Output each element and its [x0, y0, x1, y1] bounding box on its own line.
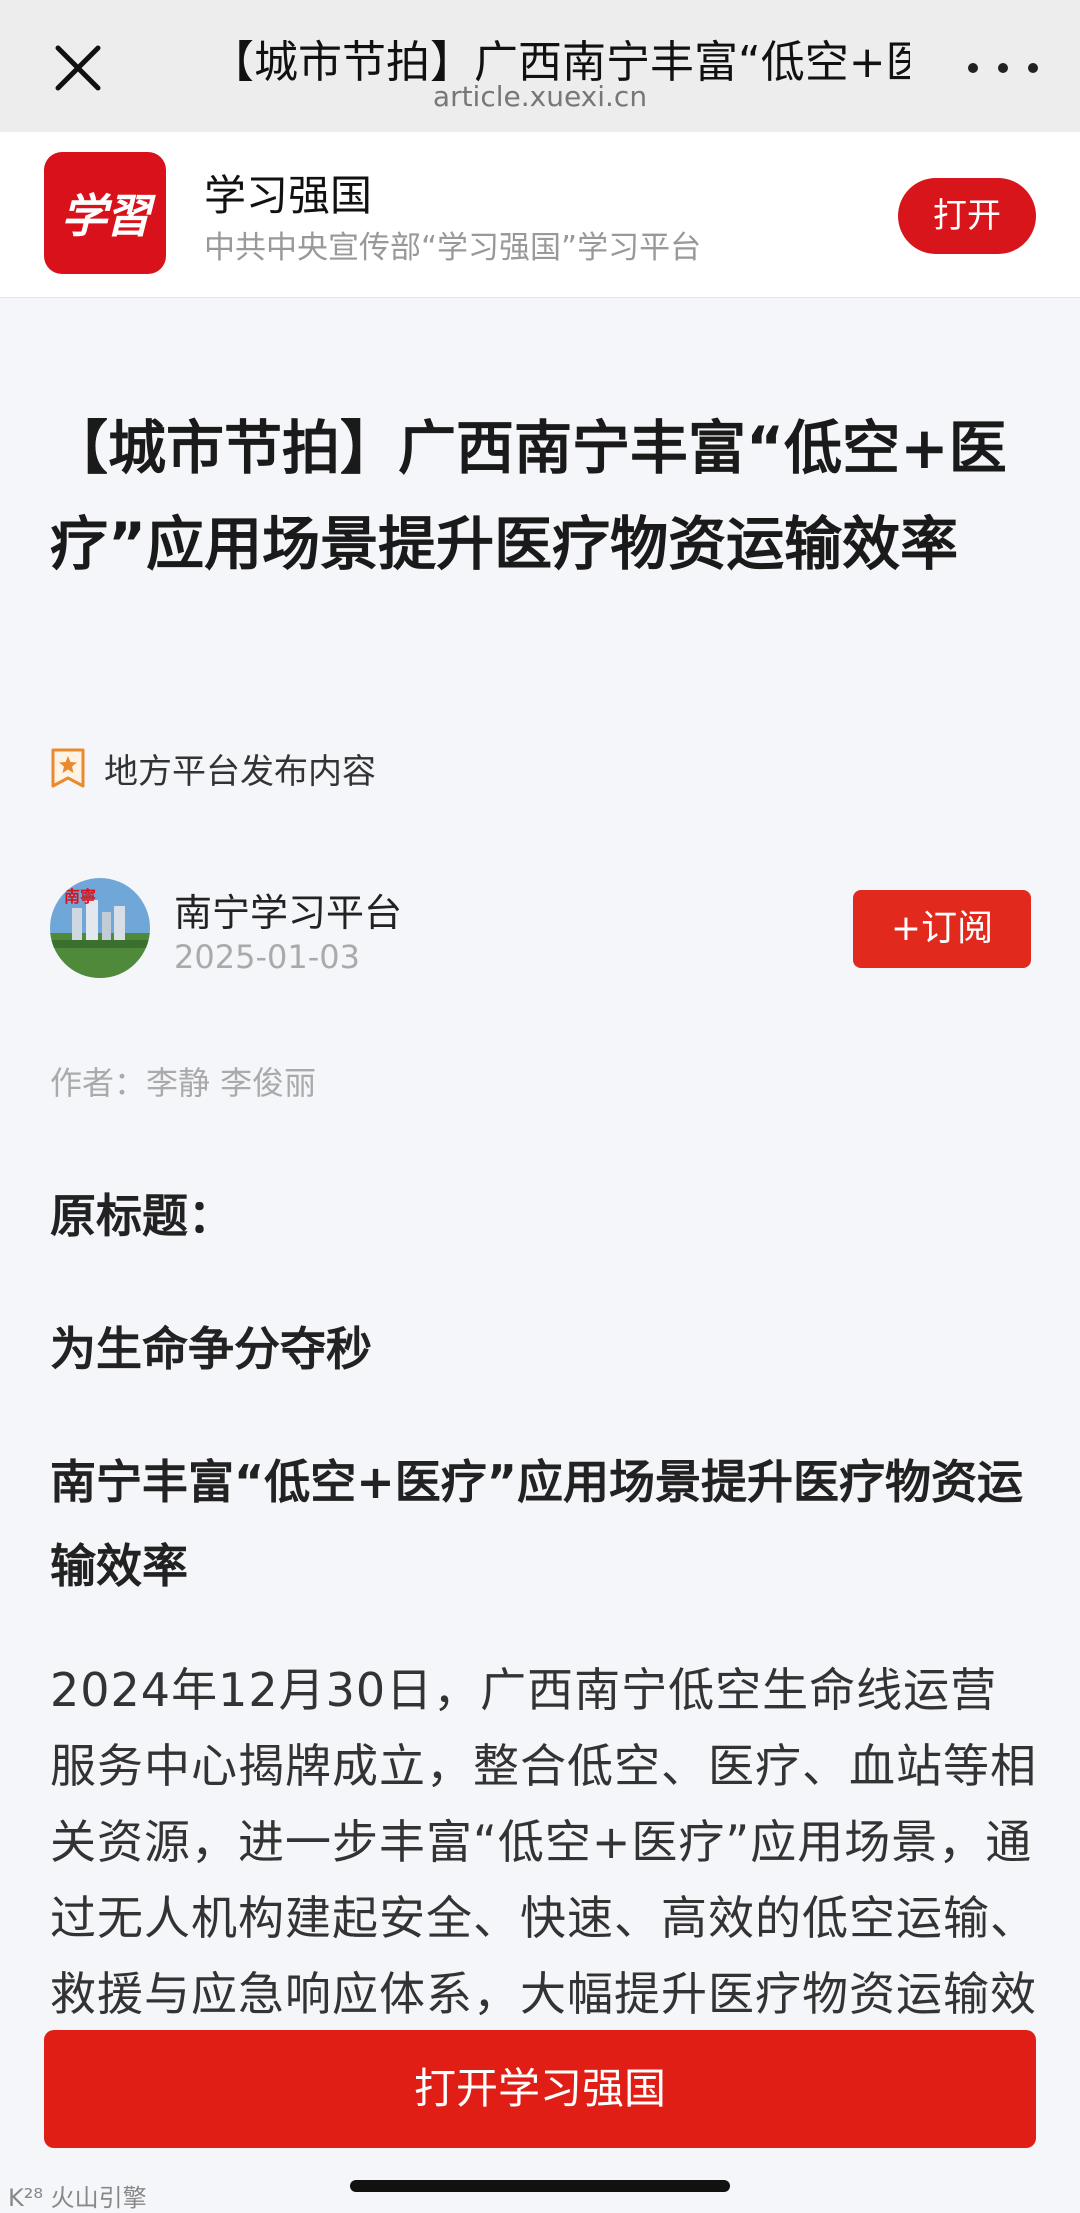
app-logo-text: 学習: [61, 189, 151, 243]
browser-topbar: 【城市节拍】广西南宁丰富“低空+医疗”应用场景提升医疗物资运输效率 articl…: [0, 0, 1080, 132]
page-url: article.xuexi.cn: [432, 80, 648, 113]
svg-text:南寧: 南寧: [64, 887, 96, 906]
original-title-line-2: 南宁丰富“低空+医疗”应用场景提升医疗物资运输效率: [50, 1455, 1024, 1593]
local-platform-icon: [51, 748, 85, 788]
app-name: 学习强国: [204, 171, 373, 220]
original-title-label: 原标题：: [50, 1189, 234, 1243]
open-app-button[interactable]: 打开: [898, 178, 1036, 254]
source-tag-label: 地方平台发布内容: [104, 751, 376, 792]
article-title: 【城市节拍】广西南宁丰富“低空+医疗”应用场景提升医疗物资运输效率: [50, 414, 1007, 578]
publish-date: 2025-01-03: [174, 938, 360, 976]
close-icon[interactable]: [48, 38, 108, 98]
page-title: 【城市节拍】广西南宁丰富“低空+医疗”应用场景提升医疗物资运输效率: [210, 37, 910, 82]
source-tag: 地方平台发布内容: [50, 740, 376, 796]
home-indicator[interactable]: [350, 2180, 730, 2192]
byline: 作者：李静 李俊丽: [50, 1064, 317, 1102]
more-menu-icon[interactable]: [968, 48, 1038, 88]
open-xuexi-button[interactable]: 打开学习强国: [44, 2030, 1036, 2148]
subscribe-button[interactable]: +订阅: [853, 890, 1031, 968]
app-description: 中共中央宣传部“学习强国”学习平台: [204, 230, 702, 266]
app-logo: 学習: [44, 152, 166, 274]
author-name[interactable]: 南宁学习平台: [174, 882, 402, 937]
avatar[interactable]: 南寧: [50, 878, 150, 978]
author-row: 南寧 南宁学习平台 2025-01-03 +订阅: [50, 876, 1031, 986]
original-title-line-1: 为生命争分夺秒: [50, 1322, 372, 1376]
app-download-banner: 学習 学习强国 中共中央宣传部“学习强国”学习平台 打开: [0, 132, 1080, 298]
